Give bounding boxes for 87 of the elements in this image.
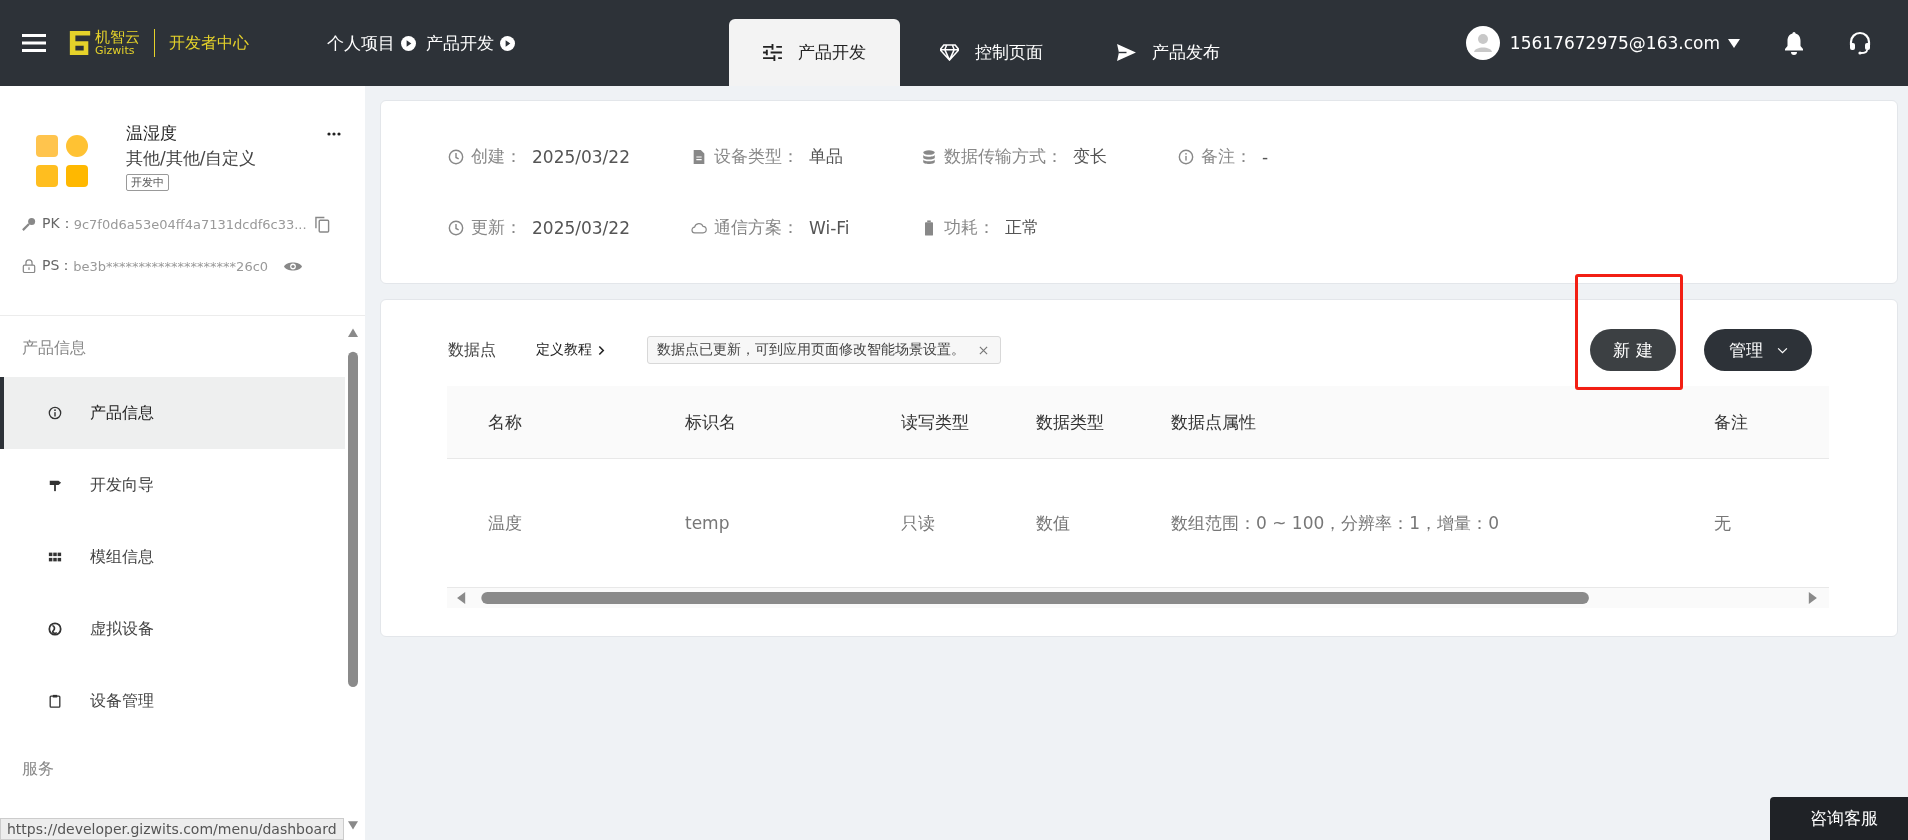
breadcrumb-link[interactable]: 个人项目 [327, 31, 395, 55]
product-category: 其他/其他/自定义 [126, 147, 257, 170]
clock-icon [448, 148, 464, 165]
key-icon [22, 217, 36, 231]
column-header: 标识名 [685, 410, 737, 434]
table-cell-text: temp [685, 513, 731, 533]
notice-text: 数据点已更新，可到应用页面修改智能场景设置。 [657, 341, 965, 359]
eye-icon[interactable] [284, 260, 303, 272]
section-title: 数据点 [448, 339, 496, 361]
info-label: 更新： [471, 216, 522, 239]
sidebar-item[interactable]: 模组信息 [0, 521, 345, 593]
close-icon[interactable] [979, 345, 988, 355]
play-circle-icon [500, 35, 515, 51]
info-icon [1178, 148, 1194, 165]
info-value: 正常 [1005, 216, 1039, 239]
menu-icon[interactable] [22, 33, 46, 53]
table-cell-text: 数组范围：0 ~ 100，分辨率：1，增量：0 [1171, 511, 1500, 535]
database-icon [921, 148, 937, 165]
grid-icon [48, 550, 62, 564]
info-label: 设备类型： [714, 145, 799, 168]
sidebar-item[interactable]: 设备管理 [0, 665, 345, 737]
document-icon [691, 148, 707, 165]
logo-name: 机智云 [95, 30, 140, 45]
sidebar-item[interactable]: 产品信息 [0, 377, 345, 449]
product-name: 温湿度 [126, 122, 177, 145]
caret-icon [1776, 346, 1788, 354]
table-cell-text: 数值 [1036, 511, 1071, 535]
column-header: 备注 [1714, 410, 1749, 434]
info-label: 通信方案： [714, 216, 799, 239]
portal-title: 开发者中心 [154, 29, 249, 57]
column-header: 名称 [488, 410, 523, 434]
table-cell-text: 只读 [901, 511, 936, 535]
pk-label: PK： [42, 215, 74, 233]
send-icon [1117, 44, 1136, 61]
bell-icon[interactable] [1782, 31, 1806, 55]
sidebar-item[interactable]: 虚拟设备 [0, 593, 345, 665]
caret-icon[interactable] [1728, 38, 1740, 48]
user-email[interactable]: 15617672975@163.com [1509, 33, 1720, 53]
globe-icon [48, 622, 62, 636]
info-label: 备注： [1201, 145, 1252, 168]
lock-icon [22, 259, 36, 273]
clock-icon [448, 219, 464, 236]
info-value: 2025/03/22 [532, 146, 630, 167]
info-label: 创建： [471, 145, 522, 168]
headset-icon[interactable] [1848, 31, 1872, 55]
tutorial-link[interactable]: 定义教程 [536, 341, 605, 359]
new-button[interactable]: 新 建 [1590, 329, 1676, 371]
info-value: Wi-Fi [809, 217, 850, 238]
scrollbar[interactable] [447, 588, 1829, 608]
support-button[interactable]: 咨询客服 [1770, 797, 1908, 840]
table-cell-text: 无 [1714, 511, 1732, 535]
table-cell-text: 温度 [488, 511, 523, 535]
diamond-icon [940, 44, 959, 61]
info-value: 2025/03/22 [532, 217, 630, 238]
info-value: - [1262, 146, 1269, 167]
nav-tab[interactable]: 控制页面 [906, 19, 1077, 86]
chevron-icon [598, 344, 605, 356]
copy-icon[interactable] [314, 215, 330, 233]
info-value: 单品 [809, 145, 843, 168]
column-header: 读写类型 [901, 410, 970, 434]
section-title: 服务 [21, 758, 55, 780]
breadcrumb-link[interactable]: 产品开发 [426, 31, 494, 55]
column-header: 数据点属性 [1171, 410, 1257, 434]
signpost-icon [48, 478, 62, 492]
manage-button[interactable]: 管理 [1704, 329, 1812, 371]
info-icon [48, 406, 62, 420]
info-value: 变长 [1073, 145, 1107, 168]
info-label: 功耗： [944, 216, 995, 239]
info-label: 数据传输方式： [944, 145, 1063, 168]
product-icon [36, 135, 88, 187]
pk-value: 9c7f0d6a53e04ff4a7131dcdf6c33... [73, 216, 307, 232]
clipboard-icon [48, 694, 62, 708]
nav-tab[interactable]: 产品发布 [1083, 19, 1254, 86]
column-header: 数据类型 [1036, 410, 1105, 434]
section-title: 产品信息 [21, 337, 87, 359]
nav-tab[interactable]: 产品开发 [729, 19, 900, 86]
status-url: https://developer.gizwits.com/menu/dashboard [0, 818, 344, 840]
status-tag: 开发中 [126, 174, 169, 191]
logo-subtitle: Gizwits [95, 45, 136, 56]
ps-label: PS： [42, 257, 74, 275]
more-icon[interactable] [327, 132, 341, 136]
sidebar-item[interactable]: 开发向导 [0, 449, 345, 521]
sliders-icon [763, 44, 782, 61]
avatar-icon[interactable] [1465, 26, 1500, 60]
logo-icon [68, 29, 92, 57]
ps-value: be3b********************26c0 [73, 258, 269, 274]
play-circle-icon [401, 35, 416, 51]
